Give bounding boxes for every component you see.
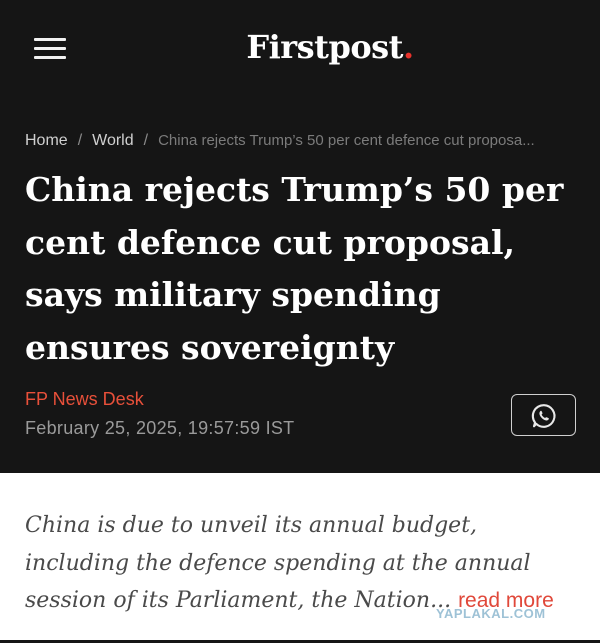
breadcrumb: Home / World / China rejects Trump’s 50 per … [25, 132, 585, 150]
article-summary-section: China is due to unveil its annual budget… [0, 473, 600, 640]
article-title: China rejects Trump’s 50 per cent defenc… [25, 170, 564, 367]
site-header: Firstpost. [0, 0, 600, 100]
breadcrumb-home[interactable]: Home [25, 132, 68, 149]
breadcrumb-separator: / [77, 132, 83, 149]
summary-text: China is due to unveil its annual budget… [25, 513, 531, 613]
article-summary: China is due to unveil its annual budget… [25, 507, 585, 620]
site-logo[interactable]: Firstpost. [0, 28, 600, 66]
watermark: YAPLAKAL.COM [436, 606, 546, 621]
breadcrumb-separator: / [143, 132, 149, 149]
article-body-next-line [25, 631, 585, 643]
whatsapp-share-button[interactable] [511, 394, 576, 436]
publish-date: February 25, 2025, 19:57:59 IST [25, 418, 295, 438]
logo-dot: . [402, 28, 414, 66]
author-link[interactable]: FP News Desk [25, 389, 144, 410]
breadcrumb-current: China rejects Trump’s 50 per cent defenc… [158, 132, 535, 149]
logo-text: Firstpost [246, 28, 403, 66]
breadcrumb-world[interactable]: World [92, 132, 134, 149]
whatsapp-icon [531, 404, 556, 428]
